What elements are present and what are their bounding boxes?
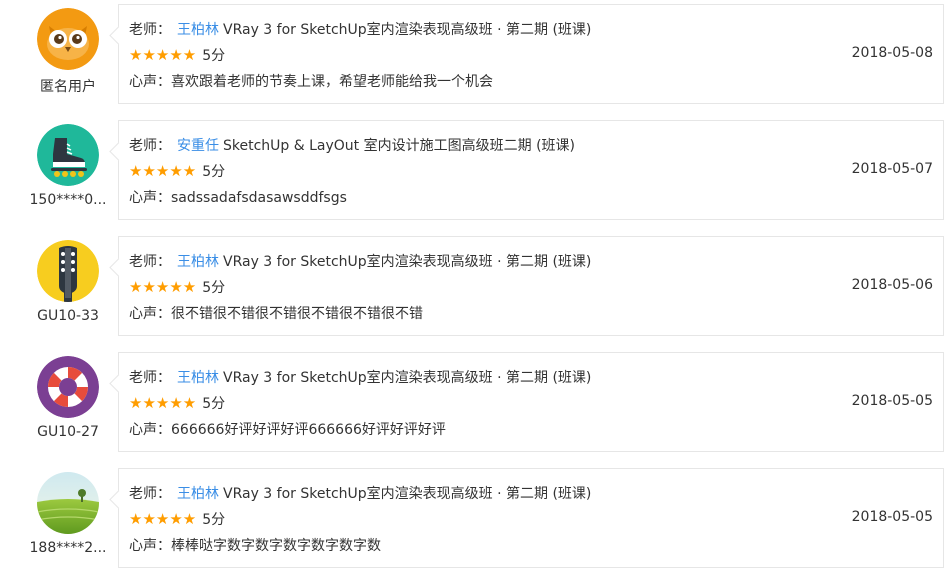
star-rating-icon: ★★★★★ [129,510,197,528]
reviewer: GU10-33 [28,240,108,324]
review-date: 2018-05-08 [851,45,933,61]
review-item: 150****0... 老师： 安重任 SketchUp & LayOut 室内设计… [0,120,950,224]
comment-label: 心声： [129,74,171,90]
reviewer-name[interactable]: GU10-33 [28,308,108,324]
course-line: 老师： 王柏林 VRay 3 for SketchUp室内渲染表现高级班 · 第二期… [129,19,591,39]
reviewer-name[interactable]: 匿名用户 [28,76,108,96]
teacher-link[interactable]: 王柏林 [177,486,219,502]
course-line: 老师： 安重任 SketchUp & LayOut 室内设计施工图高级班二期 (班课… [129,135,575,155]
rating-score: 5分 [202,164,226,180]
skate-shoe-avatar-icon[interactable] [37,124,99,186]
lifebuoy-avatar-icon[interactable] [37,356,99,418]
rating-line: ★★★★★ 5分 [129,509,225,529]
guitar-avatar-icon[interactable] [37,240,99,302]
teacher-link[interactable]: 王柏林 [177,370,219,386]
rating-score: 5分 [202,396,226,412]
comment-text: 喜欢跟着老师的节奏上课，希望老师能给我一个机会 [171,74,493,90]
comment-label: 心声： [129,422,171,438]
comment-text: sadssadafsdasawsddfsgs [171,190,347,206]
reviewer: 150****0... [28,124,108,208]
landscape-avatar-icon[interactable] [37,472,99,534]
reviewer: GU10-27 [28,356,108,440]
course-name: VRay 3 for SketchUp室内渲染表现高级班 · 第二期 (班课) [223,254,592,270]
course-line: 老师： 王柏林 VRay 3 for SketchUp室内渲染表现高级班 · 第二期… [129,367,591,387]
teacher-link[interactable]: 王柏林 [177,254,219,270]
comment-text: 很不错很不错很不错很不错很不错很不错 [171,306,423,322]
review-card: 老师： 王柏林 VRay 3 for SketchUp室内渲染表现高级班 · 第二期… [118,236,944,336]
comment-line: 心声：很不错很不错很不错很不错很不错很不错 [129,303,423,323]
reviewer-name[interactable]: 188****2... [28,540,108,556]
rating-line: ★★★★★ 5分 [129,45,225,65]
rating-score: 5分 [202,280,226,296]
review-card: 老师： 王柏林 VRay 3 for SketchUp室内渲染表现高级班 · 第二期… [118,352,944,452]
course-line: 老师： 王柏林 VRay 3 for SketchUp室内渲染表现高级班 · 第二期… [129,483,591,503]
review-item: GU10-27 老师： 王柏林 VRay 3 for SketchUp室内渲染表现高… [0,352,950,456]
rating-line: ★★★★★ 5分 [129,277,225,297]
star-rating-icon: ★★★★★ [129,46,197,64]
teacher-link[interactable]: 安重任 [177,138,219,154]
teacher-label: 老师： [129,370,171,386]
reviewer: 188****2... [28,472,108,556]
review-item: 匿名用户 老师： 王柏林 VRay 3 for SketchUp室内渲染表现高级班 … [0,4,950,108]
review-date: 2018-05-05 [851,393,933,409]
star-rating-icon: ★★★★★ [129,394,197,412]
review-item: GU10-33 老师： 王柏林 VRay 3 for SketchUp室内渲染表现高… [0,236,950,340]
review-item: 188****2... 老师： 王柏林 VRay 3 for SketchUp室内渲… [0,468,950,572]
course-name: SketchUp & LayOut 室内设计施工图高级班二期 (班课) [223,138,575,154]
teacher-link[interactable]: 王柏林 [177,22,219,38]
comment-line: 心声：棒棒哒字数字数字数字数字数字数 [129,535,381,555]
course-name: VRay 3 for SketchUp室内渲染表现高级班 · 第二期 (班课) [223,486,592,502]
review-date: 2018-05-05 [851,509,933,525]
comment-line: 心声：喜欢跟着老师的节奏上课，希望老师能给我一个机会 [129,71,493,91]
course-line: 老师： 王柏林 VRay 3 for SketchUp室内渲染表现高级班 · 第二期… [129,251,591,271]
comment-label: 心声： [129,538,171,554]
teacher-label: 老师： [129,138,171,154]
reviewer: 匿名用户 [28,8,108,96]
teacher-label: 老师： [129,486,171,502]
comment-label: 心声： [129,190,171,206]
reviewer-name[interactable]: 150****0... [28,192,108,208]
rating-score: 5分 [202,512,226,528]
reviewer-name[interactable]: GU10-27 [28,424,108,440]
owl-avatar-icon[interactable] [37,8,99,70]
rating-line: ★★★★★ 5分 [129,161,225,181]
review-card: 老师： 王柏林 VRay 3 for SketchUp室内渲染表现高级班 · 第二期… [118,468,944,568]
rating-score: 5分 [202,48,226,64]
review-card: 老师： 安重任 SketchUp & LayOut 室内设计施工图高级班二期 (班课… [118,120,944,220]
course-name: VRay 3 for SketchUp室内渲染表现高级班 · 第二期 (班课) [223,22,592,38]
comment-text: 棒棒哒字数字数字数字数字数字数 [171,538,381,554]
comment-line: 心声：666666好评好评好评666666好评好评好评 [129,419,446,439]
comment-line: 心声：sadssadafsdasawsddfsgs [129,187,347,207]
rating-line: ★★★★★ 5分 [129,393,225,413]
comment-text: 666666好评好评好评666666好评好评好评 [171,422,446,438]
star-rating-icon: ★★★★★ [129,162,197,180]
review-list: 匿名用户 老师： 王柏林 VRay 3 for SketchUp室内渲染表现高级班 … [0,0,950,574]
star-rating-icon: ★★★★★ [129,278,197,296]
review-card: 老师： 王柏林 VRay 3 for SketchUp室内渲染表现高级班 · 第二期… [118,4,944,104]
teacher-label: 老师： [129,22,171,38]
teacher-label: 老师： [129,254,171,270]
review-date: 2018-05-07 [851,161,933,177]
review-date: 2018-05-06 [851,277,933,293]
comment-label: 心声： [129,306,171,322]
course-name: VRay 3 for SketchUp室内渲染表现高级班 · 第二期 (班课) [223,370,592,386]
